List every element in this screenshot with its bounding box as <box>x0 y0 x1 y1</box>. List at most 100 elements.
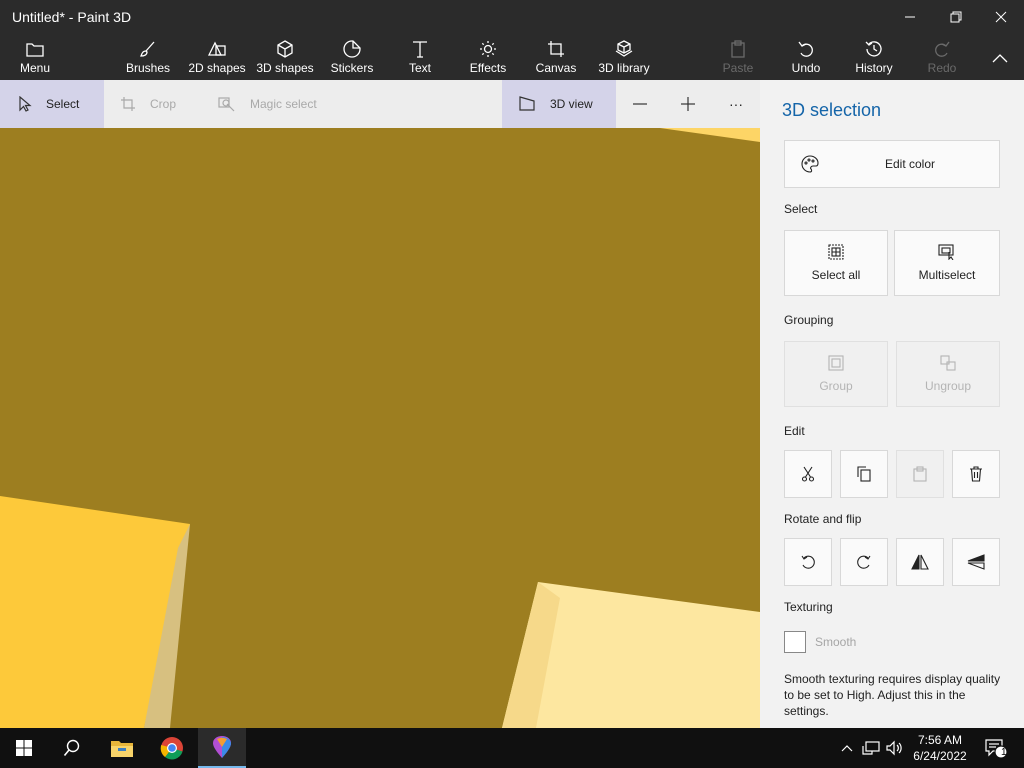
volume-button[interactable] <box>884 728 906 768</box>
close-button[interactable] <box>978 0 1024 34</box>
canvas-area[interactable] <box>0 128 760 728</box>
undo-label: Undo <box>791 61 821 75</box>
shapes2d-label: 2D shapes <box>188 61 246 75</box>
text-icon <box>413 41 427 58</box>
library3d-button[interactable]: 3D library <box>596 34 652 80</box>
ribbon: Menu Brushes 2D shapes 3D shapes Sticker… <box>0 34 1024 80</box>
zoom-out-button[interactable] <box>624 80 656 128</box>
close-icon <box>995 11 1007 23</box>
collapse-ribbon-button[interactable] <box>984 34 1016 80</box>
copy-icon <box>857 466 871 482</box>
restore-button[interactable] <box>933 0 979 34</box>
delete-button[interactable] <box>952 450 1000 498</box>
menu-label: Menu <box>19 61 51 75</box>
panel-title: 3D selection <box>782 100 882 120</box>
more-options-icon: ··· <box>729 96 743 112</box>
magic-select-button[interactable]: Magic select <box>218 80 338 128</box>
paste-panel-button[interactable] <box>896 450 944 498</box>
show-hidden-icons-button[interactable] <box>838 728 856 768</box>
copy-button[interactable] <box>840 450 888 498</box>
view3d-button[interactable]: 3D view <box>502 80 616 128</box>
file-explorer-button[interactable] <box>98 728 146 768</box>
magic-select-icon <box>218 97 235 112</box>
paste-label: Paste <box>722 61 754 75</box>
ungroup-button[interactable]: Ungroup <box>896 341 1000 407</box>
effects-button[interactable]: Effects <box>466 34 510 80</box>
flip-vertical-button[interactable] <box>952 538 1000 586</box>
chrome-button[interactable] <box>148 728 196 768</box>
minimize-button[interactable] <box>887 0 933 34</box>
select-tool-label: Select <box>46 97 80 111</box>
taskbar: 7:56 AM 6/24/2022 1 <box>0 728 1024 768</box>
multiselect-label: Multiselect <box>918 268 976 282</box>
shape-edge-top-right[interactable] <box>660 128 760 142</box>
network-icon <box>862 741 880 755</box>
history-icon <box>865 41 882 57</box>
brushes-button[interactable]: Brushes <box>120 34 176 80</box>
rotate-right-button[interactable] <box>840 538 888 586</box>
multiselect-button[interactable]: Multiselect <box>894 230 1000 296</box>
ungroup-label: Ungroup <box>924 379 972 393</box>
shapes2d-button[interactable]: 2D shapes <box>186 34 248 80</box>
rotate-left-icon <box>801 555 815 569</box>
edit-color-button[interactable]: Edit color <box>784 140 1000 188</box>
rotate-left-button[interactable] <box>784 538 832 586</box>
history-label: History <box>855 61 893 75</box>
select-all-button[interactable]: Select all <box>784 230 888 296</box>
more-options-button[interactable]: ··· <box>720 80 752 128</box>
smooth-label: Smooth <box>815 635 857 649</box>
edit-color-label: Edit color <box>885 157 936 171</box>
undo-button[interactable]: Undo <box>786 34 826 80</box>
group-icon <box>828 355 844 371</box>
magic-select-label: Magic select <box>250 97 317 111</box>
zoom-in-button[interactable] <box>672 80 704 128</box>
shapes3d-button[interactable]: 3D shapes <box>254 34 316 80</box>
action-center-button[interactable]: 1 <box>978 728 1014 768</box>
texturing-heading: Texturing <box>784 600 833 614</box>
brushes-label: Brushes <box>125 61 171 75</box>
group-button[interactable]: Group <box>784 341 888 407</box>
shapes3d-label: 3D shapes <box>256 61 314 75</box>
trash-icon <box>970 466 982 482</box>
stickers-label: Stickers <box>330 61 374 75</box>
canvas-button[interactable]: Canvas <box>534 34 578 80</box>
flip-horizontal-icon <box>911 554 929 570</box>
minus-icon <box>633 103 647 105</box>
clock[interactable]: 7:56 AM 6/24/2022 <box>906 732 974 764</box>
chrome-icon <box>160 737 183 760</box>
selection-toolbar: Select Crop Magic select 3D view ··· <box>0 80 760 128</box>
select-heading: Select <box>784 202 818 216</box>
rotate-right-icon <box>857 555 871 569</box>
cut-button[interactable] <box>784 450 832 498</box>
flip-vertical-icon <box>967 554 985 570</box>
paint3d-taskbar-button[interactable] <box>198 728 246 768</box>
rotate-heading: Rotate and flip <box>784 512 862 526</box>
redo-label: Redo <box>927 61 957 75</box>
crop-tool-button[interactable]: Crop <box>120 80 200 128</box>
crop-canvas-icon <box>548 41 564 57</box>
view-3d-icon <box>519 96 535 111</box>
text-button[interactable]: Text <box>400 34 440 80</box>
canvas-scene[interactable] <box>0 128 760 728</box>
palette-icon <box>801 155 819 173</box>
group-label: Group <box>819 379 853 393</box>
windows-icon <box>16 740 32 756</box>
start-button[interactable] <box>0 728 48 768</box>
clock-time: 7:56 AM <box>917 733 963 747</box>
flip-horizontal-button[interactable] <box>896 538 944 586</box>
volume-icon <box>886 740 902 756</box>
stickers-button[interactable]: Stickers <box>326 34 378 80</box>
edit-heading: Edit <box>784 424 805 438</box>
paste-button[interactable]: Paste <box>718 34 758 80</box>
history-button[interactable]: History <box>852 34 896 80</box>
redo-icon <box>935 41 950 57</box>
canvas-label: Canvas <box>535 61 577 75</box>
network-button[interactable] <box>860 728 882 768</box>
smooth-checkbox[interactable] <box>784 631 806 653</box>
library-icon <box>615 40 633 57</box>
search-button[interactable] <box>48 728 96 768</box>
select-tool-button[interactable]: Select <box>0 80 104 128</box>
redo-button[interactable]: Redo <box>922 34 962 80</box>
menu-button[interactable]: Menu <box>14 34 56 80</box>
minimize-icon <box>905 16 915 18</box>
